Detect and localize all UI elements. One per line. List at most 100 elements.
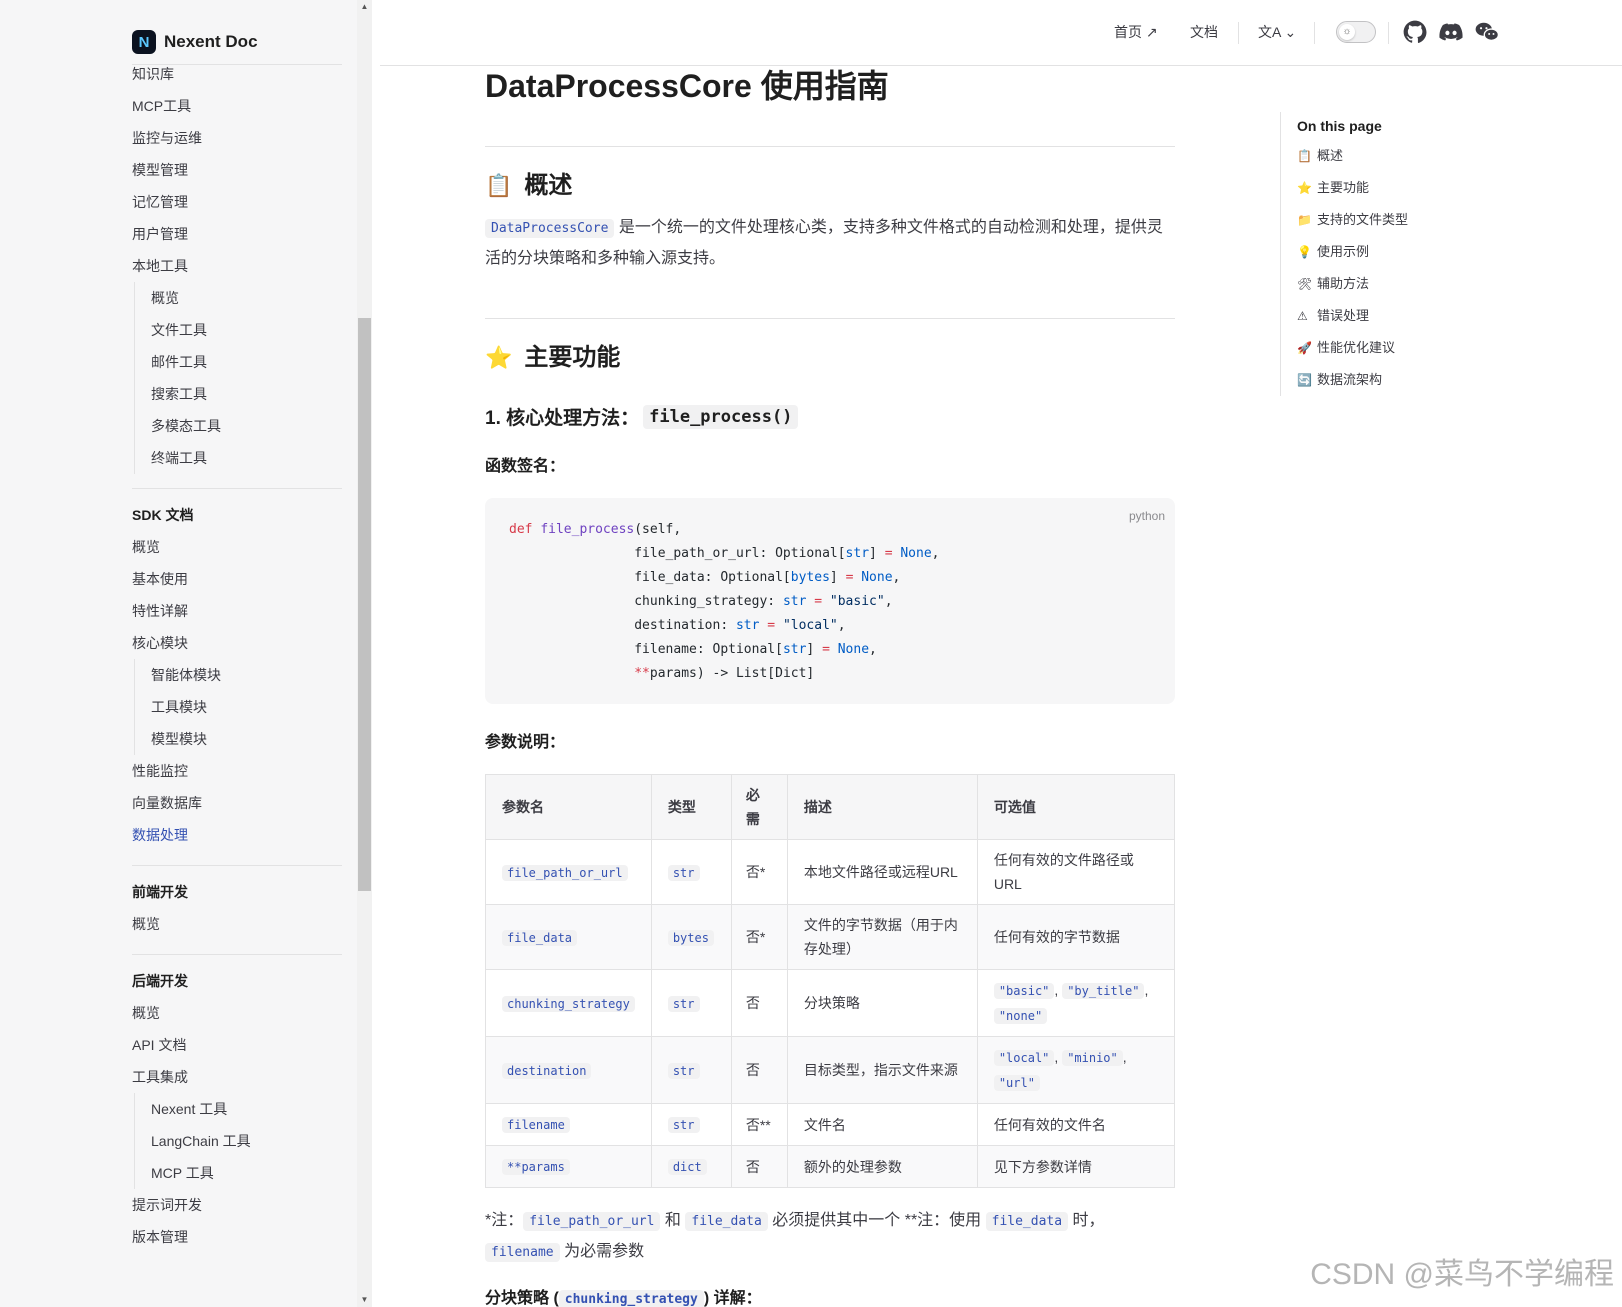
- wechat-icon[interactable]: [1474, 19, 1500, 45]
- sidebar-item[interactable]: 模型管理: [132, 154, 342, 186]
- sidebar-item[interactable]: 监控与运维: [132, 122, 342, 154]
- nav-divider: [1388, 22, 1389, 44]
- param-options-cell: 任何有效的字节数据: [976, 904, 1176, 970]
- param-options-cell: "local", "minio", "url": [976, 1036, 1176, 1104]
- sidebar-item[interactable]: 概览: [132, 531, 342, 563]
- sidebar-item[interactable]: 基本使用: [132, 563, 342, 595]
- inline-code: chunking_strategy: [558, 1290, 704, 1307]
- sidebar-subgroup: 概览 文件工具 邮件工具 搜索工具 多模态工具 终端工具: [134, 282, 342, 474]
- inline-code: str: [667, 1117, 700, 1133]
- param-name-cell: file_path_or_url: [485, 839, 652, 905]
- toc-item[interactable]: 🛠 辅助方法: [1297, 268, 1480, 300]
- sidebar-subitem[interactable]: 邮件工具: [151, 346, 342, 378]
- theme-toggle[interactable]: ☼: [1336, 21, 1376, 43]
- toc-item[interactable]: ⚠ 错误处理: [1297, 300, 1480, 332]
- inline-code: destination: [502, 1062, 592, 1079]
- code-language-label: python: [1128, 509, 1165, 523]
- sidebar-item[interactable]: 工具集成: [132, 1061, 342, 1093]
- inline-code: "by_title": [1062, 983, 1145, 999]
- sidebar-scrollbar[interactable]: ▲ ▼: [357, 0, 372, 1307]
- param-name-cell: chunking_strategy: [485, 969, 652, 1037]
- nav-docs-link[interactable]: 文档: [1190, 22, 1218, 42]
- sidebar-subitem[interactable]: 多模态工具: [151, 410, 342, 442]
- toc-item-label: 辅助方法: [1317, 276, 1370, 291]
- sidebar-subitem[interactable]: 搜索工具: [151, 378, 342, 410]
- watermark: CSDN @菜鸟不学编程: [1310, 1258, 1614, 1291]
- chunking-heading-text: ) 详解：: [703, 1290, 762, 1307]
- sidebar-item[interactable]: 提示词开发: [132, 1189, 342, 1221]
- inline-code: chunking_strategy: [502, 995, 635, 1012]
- note-text: *注：: [485, 1212, 524, 1229]
- divider: [485, 146, 1175, 147]
- sidebar-item[interactable]: MCP工具: [132, 90, 342, 122]
- sidebar-subitem[interactable]: LangChain 工具: [151, 1125, 342, 1157]
- toc-item[interactable]: 💡 使用示例: [1297, 236, 1480, 268]
- inline-code: bytes: [667, 929, 714, 946]
- sidebar-item[interactable]: 特性详解: [132, 595, 342, 627]
- param-desc-cell: 本地文件路径或远程URL: [786, 839, 978, 905]
- sidebar-item[interactable]: 记忆管理: [132, 186, 342, 218]
- table-row: file_data bytes 否* 文件的字节数据（用于内存处理） 任何有效的字节数据: [485, 904, 1176, 970]
- sidebar-item[interactable]: 本地工具: [132, 250, 342, 282]
- param-type-cell: str: [650, 839, 732, 905]
- sidebar-divider: [132, 865, 342, 866]
- brand[interactable]: N Nexent Doc: [132, 20, 342, 65]
- toc-item-label: 数据流架构: [1317, 372, 1383, 387]
- top-nav: 首页 ↗ 文档 文A ⌄ ☼: [380, 0, 1622, 66]
- toc-item[interactable]: 🔄 数据流架构: [1297, 364, 1480, 396]
- toc-item[interactable]: 🚀 性能优化建议: [1297, 332, 1480, 364]
- inline-code: file_data: [685, 1212, 768, 1231]
- header-cell: 可选值: [976, 774, 1176, 840]
- sidebar-item[interactable]: 概览: [132, 997, 342, 1029]
- sidebar-subitem[interactable]: 工具模块: [151, 691, 342, 723]
- table-of-contents: On this page 📋 概述 ⭐ 主要功能 📁 支持的文件类型 💡 使用示例 🛠 辅助方法 ⚠…: [1280, 112, 1480, 396]
- inline-code: DataProcessCore: [485, 219, 615, 238]
- sidebar-subitem[interactable]: Nexent 工具: [151, 1093, 342, 1125]
- sidebar-subitem[interactable]: 模型模块: [151, 723, 342, 755]
- toc-item[interactable]: 📁 支持的文件类型: [1297, 204, 1480, 236]
- toc-emoji-icon: 💡: [1297, 245, 1312, 259]
- toc-emoji-icon: ⭐: [1297, 181, 1312, 195]
- sidebar-subitem[interactable]: 终端工具: [151, 442, 342, 474]
- scroll-up-icon[interactable]: ▲: [357, 0, 372, 14]
- toc-emoji-icon: 📁: [1297, 213, 1312, 227]
- overview-paragraph: DataProcessCore 是一个统一的文件处理核心类，支持多种文件格式的自…: [485, 213, 1175, 274]
- param-options-cell: 任何有效的文件名: [976, 1103, 1176, 1146]
- toc-emoji-icon: 📋: [1297, 149, 1312, 163]
- sidebar-subitem[interactable]: 概览: [151, 282, 342, 314]
- header-required-text: 必需: [745, 787, 760, 827]
- inline-code: **params: [502, 1159, 570, 1175]
- scroll-down-icon[interactable]: ▼: [357, 1293, 372, 1307]
- param-required-cell: 否: [730, 969, 788, 1037]
- param-type-cell: str: [650, 1036, 732, 1104]
- sidebar-item[interactable]: 概览: [132, 908, 342, 940]
- toc-item[interactable]: 📋 概述: [1297, 140, 1480, 172]
- sidebar-item[interactable]: 向量数据库: [132, 787, 342, 819]
- toc-item-label: 性能优化建议: [1317, 340, 1396, 355]
- toc-item[interactable]: ⭐ 主要功能: [1297, 172, 1480, 204]
- header-cell: 必需: [730, 774, 788, 840]
- note-text: 和: [660, 1212, 686, 1229]
- sidebar-item[interactable]: 用户管理: [132, 218, 342, 250]
- scrollbar-thumb[interactable]: [358, 318, 371, 891]
- discord-icon[interactable]: [1438, 19, 1464, 45]
- param-name-cell: file_data: [485, 904, 652, 970]
- github-icon[interactable]: [1402, 19, 1428, 45]
- language-switch[interactable]: 文A ⌄: [1258, 22, 1296, 42]
- sidebar-item[interactable]: 性能监控: [132, 755, 342, 787]
- sidebar-subgroup: 智能体模块 工具模块 模型模块: [134, 659, 342, 755]
- table-row: destination str 否目标类型，指示文件来源 "local", "mini…: [485, 1036, 1176, 1104]
- sidebar-subitem[interactable]: MCP 工具: [151, 1157, 342, 1189]
- sidebar-item-active[interactable]: 数据处理: [132, 819, 342, 851]
- sidebar-subitem[interactable]: 文件工具: [151, 314, 342, 346]
- sidebar-item[interactable]: API 文档: [132, 1029, 342, 1061]
- sidebar-item[interactable]: 版本管理: [132, 1221, 342, 1253]
- sidebar-group-title: 前端开发: [132, 884, 188, 900]
- nav-divider: [1238, 22, 1239, 44]
- param-type-cell: str: [650, 969, 732, 1037]
- nav-home-link[interactable]: 首页 ↗: [1114, 22, 1158, 42]
- table-row: **params dict 否额外的处理参数 见下方参数详情: [485, 1145, 1176, 1188]
- sidebar-item[interactable]: 核心模块: [132, 627, 342, 659]
- sidebar-subitem[interactable]: 智能体模块: [151, 659, 342, 691]
- method-heading-text: 1. 核心处理方法：: [485, 408, 640, 429]
